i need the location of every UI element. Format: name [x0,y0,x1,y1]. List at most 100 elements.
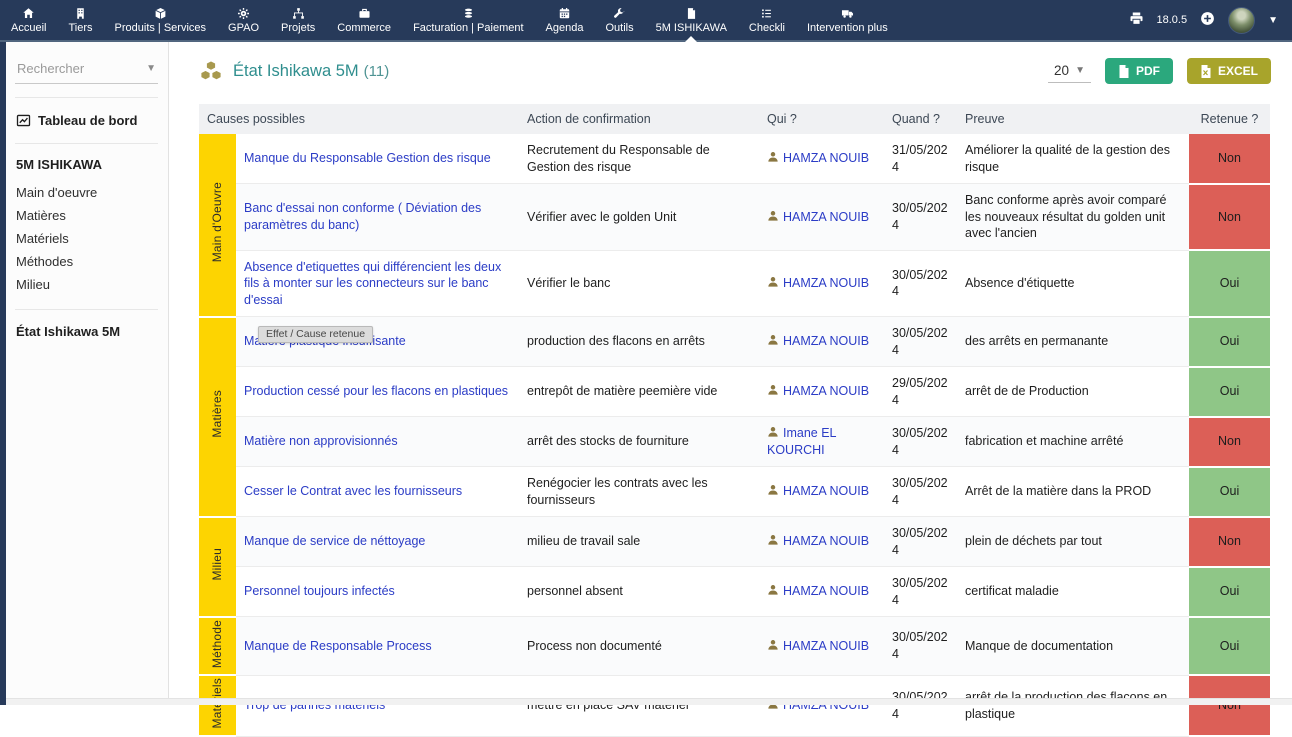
briefcase-icon [358,6,371,20]
box-icon [154,6,167,20]
plus-circle-icon[interactable] [1200,11,1215,29]
nav-item-tiers[interactable]: Tiers [57,0,103,40]
nav-item-agenda[interactable]: Agenda [535,0,595,40]
person-icon [767,276,779,288]
col-header-action: Action de confirmation [519,104,759,134]
cause-link[interactable]: Manque de Responsable Process [236,617,519,676]
who-cell[interactable]: HAMZA NOUIB [759,675,884,736]
nav-item-label: GPAO [228,22,259,34]
cause-link[interactable]: Manque de service de néttoyage [236,517,519,567]
proof-cell: des arrêts en permanante [957,317,1189,367]
person-icon [767,584,779,596]
cause-link[interactable]: Banc d'essai non conforme ( Déviation de… [236,184,519,251]
sidebar-item-milieu[interactable]: Milieu [15,273,158,296]
action-cell: Vérifier le banc [519,250,759,317]
cause-link[interactable]: Production cessé pour les flacons en pla… [236,367,519,417]
nav-item-intervention-plus[interactable]: Intervention plus [796,0,899,40]
divider [15,309,158,310]
retained-cell: Non [1189,675,1270,736]
nav-item-produits-services[interactable]: Produits | Services [104,0,218,40]
action-cell: milieu de travail sale [519,517,759,567]
table-row: Méthode Manque de Responsable Process Pr… [199,617,1270,676]
who-cell[interactable]: Imane EL KOURCHI [759,417,884,467]
table-row: Production cessé pour les flacons en pla… [199,367,1270,417]
nav-item-label: Tiers [68,22,92,34]
sidebar-item-main-doeuvre[interactable]: Main d'oeuvre [15,181,158,204]
nav-item-outils[interactable]: Outils [594,0,644,40]
retained-cell: Oui [1189,617,1270,676]
nav-item-checkli[interactable]: Checkli [738,0,796,40]
page-size-select[interactable]: 20 ▼ [1048,60,1091,83]
proof-cell: Arrêt de la matière dans la PROD [957,467,1189,517]
who-cell[interactable]: HAMZA NOUIB [759,467,884,517]
cause-link[interactable]: Manque du Responsable Gestion des risque [236,134,519,184]
print-icon[interactable] [1129,11,1144,29]
cause-link[interactable]: Personnel toujours infectés [236,567,519,617]
proof-cell: arrêt de de Production [957,367,1189,417]
sidebar-item-materiels[interactable]: Matériels [15,227,158,250]
action-cell: entrepôt de matière peemière vide [519,367,759,417]
cause-link[interactable]: Absence d'etiquettes qui différencient l… [236,250,519,317]
sidebar: Rechercher ▼ Tableau de bord 5M ISHIKAWA… [6,42,169,705]
who-cell[interactable]: HAMZA NOUIB [759,317,884,367]
nav-item-label: Produits | Services [115,22,207,34]
who-cell[interactable]: HAMZA NOUIB [759,250,884,317]
sidebar-item-label: Tableau de bord [38,113,137,128]
table-row: Matériels Trop de pannes matériels mettr… [199,675,1270,736]
nav-item-facturation-paiement[interactable]: Facturation | Paiement [402,0,534,40]
user-avatar[interactable] [1228,7,1255,34]
nav-item-gpao[interactable]: GPAO [217,0,270,40]
sidebar-item-dashboard[interactable]: Tableau de bord [15,111,158,130]
proof-cell: Absence d'étiquette [957,250,1189,317]
person-icon [767,534,779,546]
table-row: Absence d'etiquettes qui différencient l… [199,250,1270,317]
who-cell[interactable]: HAMZA NOUIB [759,134,884,184]
nav-item-label: Intervention plus [807,22,888,34]
home-icon [22,6,35,20]
page-size-value: 20 [1054,63,1069,78]
person-icon [767,484,779,496]
proof-cell: Banc conforme après avoir comparé les no… [957,184,1189,251]
sidebar-item-etat-ishikawa[interactable]: État Ishikawa 5M [15,323,158,340]
search-input[interactable]: Rechercher ▼ [15,56,158,84]
date-cell: 30/05/2024 [884,617,957,676]
excel-export-button[interactable]: EXCEL [1187,58,1271,84]
divider [15,97,158,98]
sidebar-item-methodes[interactable]: Méthodes [15,250,158,273]
who-cell[interactable]: HAMZA NOUIB [759,184,884,251]
retained-cell: Oui [1189,317,1270,367]
nav-item-label: Outils [605,22,633,34]
horizontal-scrollbar[interactable] [6,698,1292,705]
sidebar-item-matieres[interactable]: Matières [15,204,158,227]
nav-item-5m-ishikawa[interactable]: 5M ISHIKAWA [645,0,738,40]
pdf-export-button[interactable]: PDF [1105,58,1173,84]
cause-link[interactable]: Matière non approvisionnés [236,417,519,467]
cause-link[interactable]: Trop de pannes matériels [236,675,519,736]
who-cell[interactable]: HAMZA NOUIB [759,617,884,676]
date-cell: 30/05/2024 [884,184,957,251]
proof-cell: Manque de documentation [957,617,1189,676]
retained-cell: Non [1189,417,1270,467]
retained-cell: Oui [1189,567,1270,617]
who-cell[interactable]: HAMZA NOUIB [759,517,884,567]
pdf-button-label: PDF [1136,64,1160,78]
action-cell: Vérifier avec le golden Unit [519,184,759,251]
retained-cell: Non [1189,134,1270,184]
table-row: Banc d'essai non conforme ( Déviation de… [199,184,1270,251]
nav-item-projets[interactable]: Projets [270,0,326,40]
divider [15,143,158,144]
chevron-down-icon[interactable]: ▼ [1268,15,1278,26]
who-cell[interactable]: HAMZA NOUIB [759,367,884,417]
cause-link[interactable]: Cesser le Contrat avec les fournisseurs [236,467,519,517]
proof-cell: arrêt de la production des flacons en pl… [957,675,1189,736]
nav-item-accueil[interactable]: Accueil [0,0,57,40]
who-cell[interactable]: HAMZA NOUIB [759,567,884,617]
date-cell: 31/05/2024 [884,134,957,184]
action-cell: Process non documenté [519,617,759,676]
person-icon [767,334,779,346]
category-cell: Matières [199,317,236,517]
page-title[interactable]: État Ishikawa 5M [233,62,359,81]
person-icon [767,210,779,222]
nav-item-commerce[interactable]: Commerce [326,0,402,40]
main-content: État Ishikawa 5M (11) 20 ▼ PDF EXCEL [169,42,1292,705]
